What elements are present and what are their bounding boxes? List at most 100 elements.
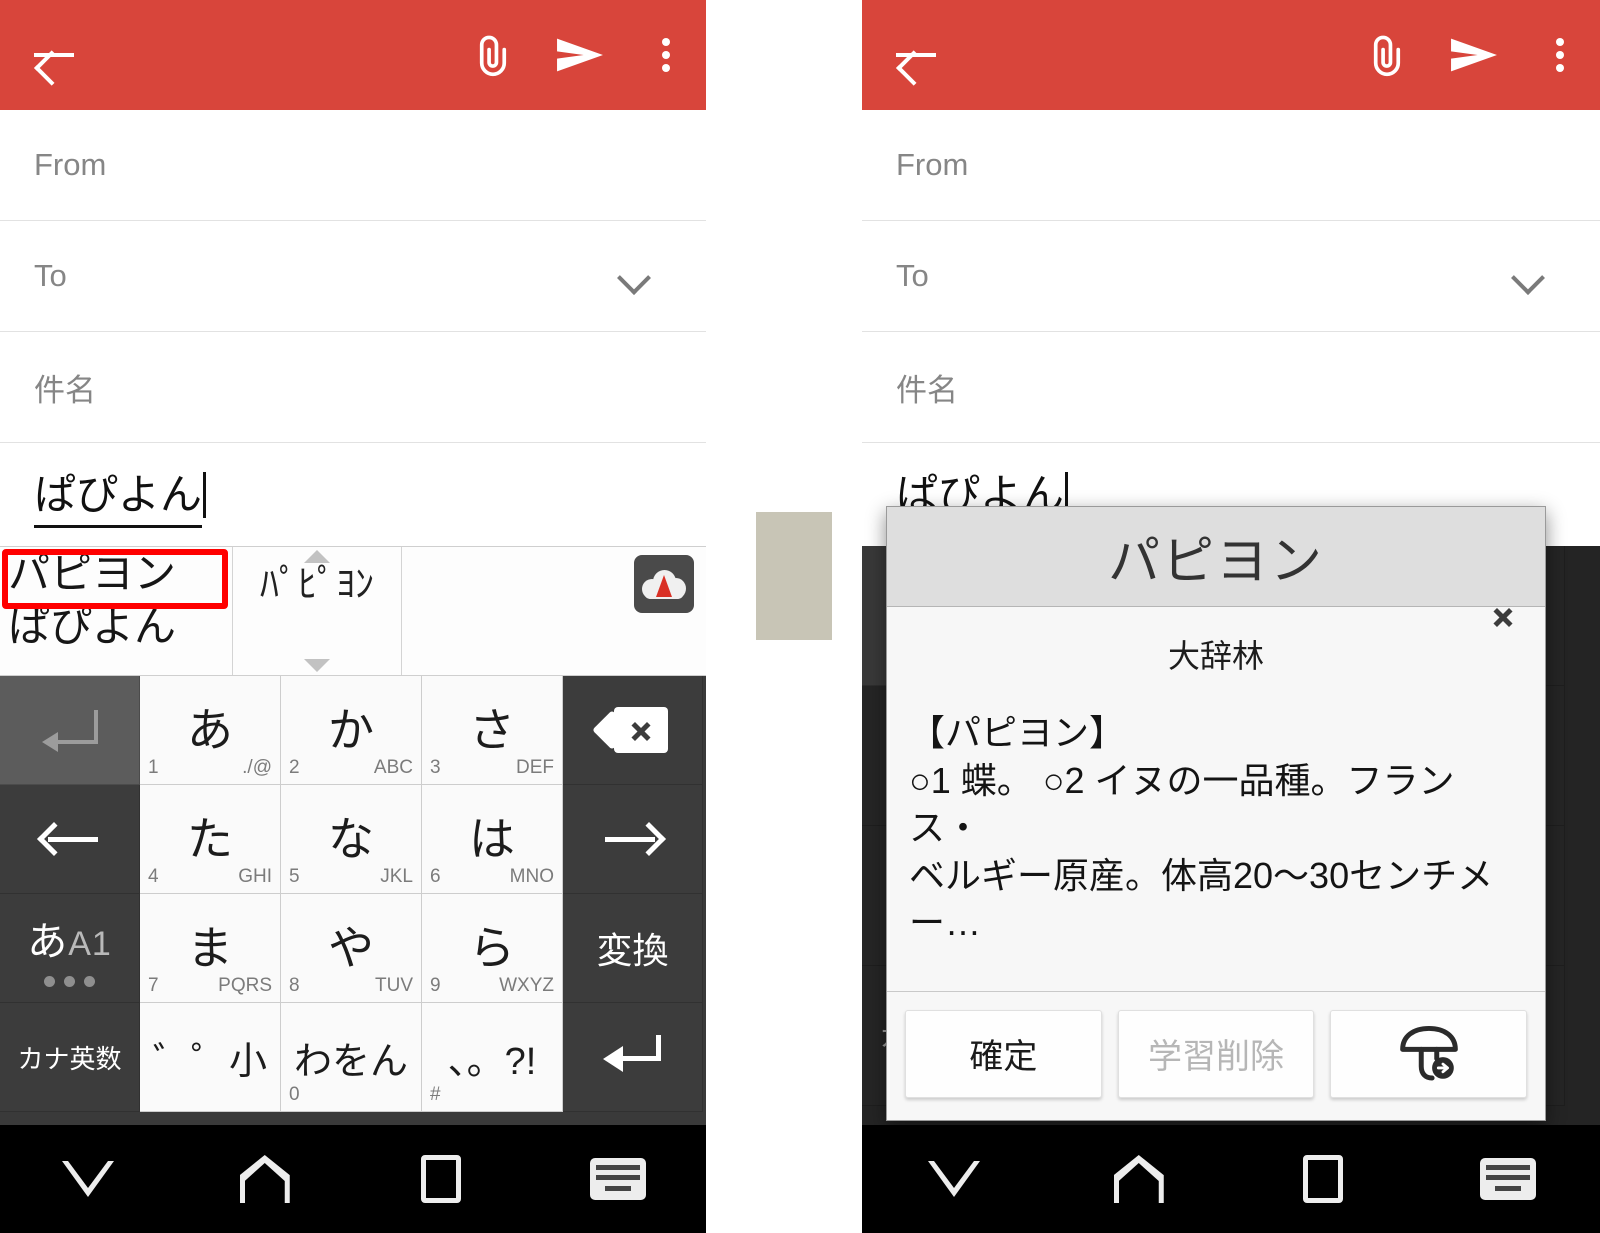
confirm-button[interactable]: 確定 (905, 1009, 1102, 1098)
key-ta[interactable]: た 4 GHI (140, 785, 281, 894)
key-number-hint: 1 (148, 757, 159, 778)
key-dakuten[interactable]: ゛゜小 (140, 1003, 281, 1112)
collapse-keyboard-icon (62, 1161, 115, 1197)
keyboard-switch-icon (1479, 1158, 1536, 1200)
mushroom-button[interactable] (1330, 1009, 1528, 1098)
cloud-suggestion-icon (642, 569, 686, 599)
candidate-column-halfwidth[interactable]: ﾊﾟﾋﾟﾖﾝ (232, 547, 402, 675)
nav-recents-button-right[interactable] (1231, 1155, 1416, 1203)
candidate-column-primary: パピヨン ぱぴよん (0, 547, 232, 675)
keyboard-row: あ 1 ./@ か 2 ABC さ 3 DEF (0, 676, 706, 785)
app-bar-right (862, 0, 1600, 110)
mushroom-icon (1399, 1025, 1458, 1081)
key-label: わをん (293, 1040, 408, 1083)
more-vert-icon (662, 33, 670, 77)
delete-learning-button-label: 学習削除 (1148, 1038, 1284, 1077)
attach-button-left[interactable] (442, 0, 534, 110)
cursor-right-key[interactable] (563, 785, 703, 894)
key-punct[interactable]: 、。?! # (422, 1003, 563, 1112)
key-na[interactable]: な 5 JKL (281, 785, 422, 894)
cloud-suggestion-button[interactable] (634, 555, 694, 613)
back-button-left[interactable] (0, 33, 108, 77)
to-field-right[interactable]: To (862, 221, 1600, 332)
send-icon (1451, 38, 1497, 72)
triangle-up-icon[interactable] (304, 550, 330, 563)
send-button-left[interactable] (534, 0, 626, 110)
triangle-down-icon[interactable] (304, 659, 330, 672)
keyboard-row: た 4 GHI な 5 JKL は 6 MNO (0, 785, 706, 894)
key-number-hint: 9 (430, 975, 441, 996)
body-field-left[interactable]: ぱぴよん (0, 443, 706, 528)
nav-home-button-right[interactable] (1047, 1155, 1232, 1203)
key-label: か (328, 704, 374, 756)
app-bar-left (0, 0, 706, 110)
send-button-right[interactable] (1428, 0, 1520, 110)
home-icon (240, 1155, 290, 1203)
to-field-left[interactable]: To (0, 221, 706, 332)
key-ka[interactable]: か 2 ABC (281, 676, 422, 785)
overflow-menu-button-right[interactable] (1520, 0, 1600, 110)
definition-line-1: ○1 蝶。 ○2 イヌの一品種。フランス・ (909, 759, 1455, 849)
key-ra[interactable]: ら 9 WXYZ (422, 894, 563, 1003)
nav-back-button-right[interactable] (862, 1161, 1047, 1197)
key-ma[interactable]: ま 7 PQRS (140, 894, 281, 1003)
cursor-left-key[interactable] (0, 785, 140, 894)
nav-home-button-left[interactable] (177, 1155, 354, 1203)
kana-alnum-key[interactable]: カナ英数 (0, 1003, 140, 1112)
attach-button-right[interactable] (1336, 0, 1428, 110)
key-number-hint: 2 (289, 757, 300, 778)
key-label: な (328, 813, 374, 865)
collapse-keyboard-icon (928, 1161, 981, 1197)
gap-rectangle (756, 512, 832, 640)
chevron-down-icon[interactable] (618, 266, 652, 286)
input-mode-label: あA1 (27, 920, 112, 964)
back-button-right[interactable] (862, 33, 970, 77)
nav-ime-switch-button-right[interactable] (1416, 1158, 1600, 1200)
candidate-bar-left: パピヨン ぱぴよん ﾊﾟﾋﾟﾖﾝ (0, 546, 706, 676)
chevron-down-icon[interactable] (1512, 266, 1546, 286)
overflow-menu-button-left[interactable] (626, 0, 706, 110)
input-mode-key[interactable]: あA1 (0, 894, 140, 1003)
from-label: From (896, 147, 969, 182)
arrow-left-icon (32, 33, 76, 77)
key-number-hint: 0 (289, 1084, 300, 1105)
key-label: ら (469, 922, 515, 974)
candidate-item-selected[interactable]: パピヨン (0, 547, 232, 601)
nav-ime-switch-button-left[interactable] (530, 1158, 707, 1200)
text-caret (203, 472, 207, 518)
nav-back-button-left[interactable] (0, 1161, 177, 1197)
backspace-key[interactable] (563, 676, 703, 785)
candidate-item-second[interactable]: ぱぴよん (0, 601, 232, 653)
key-label: 変換 (596, 930, 669, 971)
key-a[interactable]: あ 1 ./@ (140, 676, 281, 785)
dictionary-dialog: パピヨン 大辞林 【パピヨン】 ○1 蝶。 ○2 イヌの一品種。フランス・ ベル… (886, 506, 1546, 1121)
keyboard-left: あ 1 ./@ か 2 ABC さ 3 DEF た 4 GHI な 5 JKL は 6 MNO あA1 ま 7 PQRS や… (0, 676, 706, 1125)
nav-recents-button-left[interactable] (353, 1155, 530, 1203)
from-field-right[interactable]: From (862, 110, 1600, 221)
key-sa[interactable]: さ 3 DEF (422, 676, 563, 785)
undo-key[interactable] (0, 676, 140, 785)
key-ya[interactable]: や 8 TUV (281, 894, 422, 1003)
subject-field-left[interactable]: 件名 (0, 332, 706, 443)
convert-key[interactable]: 変換 (563, 894, 703, 1003)
phone-screen-right: From To 件名 ぱぴよん あ1./@か2ABCさ3DEFた4GHIな5JK… (862, 0, 1600, 1233)
key-number-hint: # (430, 1084, 441, 1105)
key-label: カナ英数 (17, 1043, 122, 1074)
subject-field-right[interactable]: 件名 (862, 332, 1600, 443)
key-alpha-hint: DEF (516, 757, 554, 778)
more-vert-icon (1556, 33, 1564, 77)
from-field-left[interactable]: From (0, 110, 706, 221)
arrow-left-icon (894, 33, 938, 77)
definition-line-2: ベルギー原産。体高20〜30センチメー… (909, 854, 1494, 944)
key-number-hint: 8 (289, 975, 300, 996)
arrow-left-icon (36, 819, 100, 859)
key-label: あ (187, 704, 233, 756)
phone-screen-left: From To 件名 ぱぴよん パピヨン ぱぴよん ﾊﾟﾋﾟﾖﾝ あ 1 ./@… (0, 0, 706, 1233)
key-ha[interactable]: は 6 MNO (422, 785, 563, 894)
enter-key[interactable] (563, 1003, 703, 1112)
mode-switch-icon (44, 976, 95, 987)
key-alpha-hint: TUV (375, 975, 413, 996)
confirm-button-label: 確定 (969, 1038, 1038, 1077)
delete-learning-button[interactable]: 学習削除 (1117, 1009, 1315, 1098)
key-wa[interactable]: わをん0 (281, 1003, 422, 1112)
